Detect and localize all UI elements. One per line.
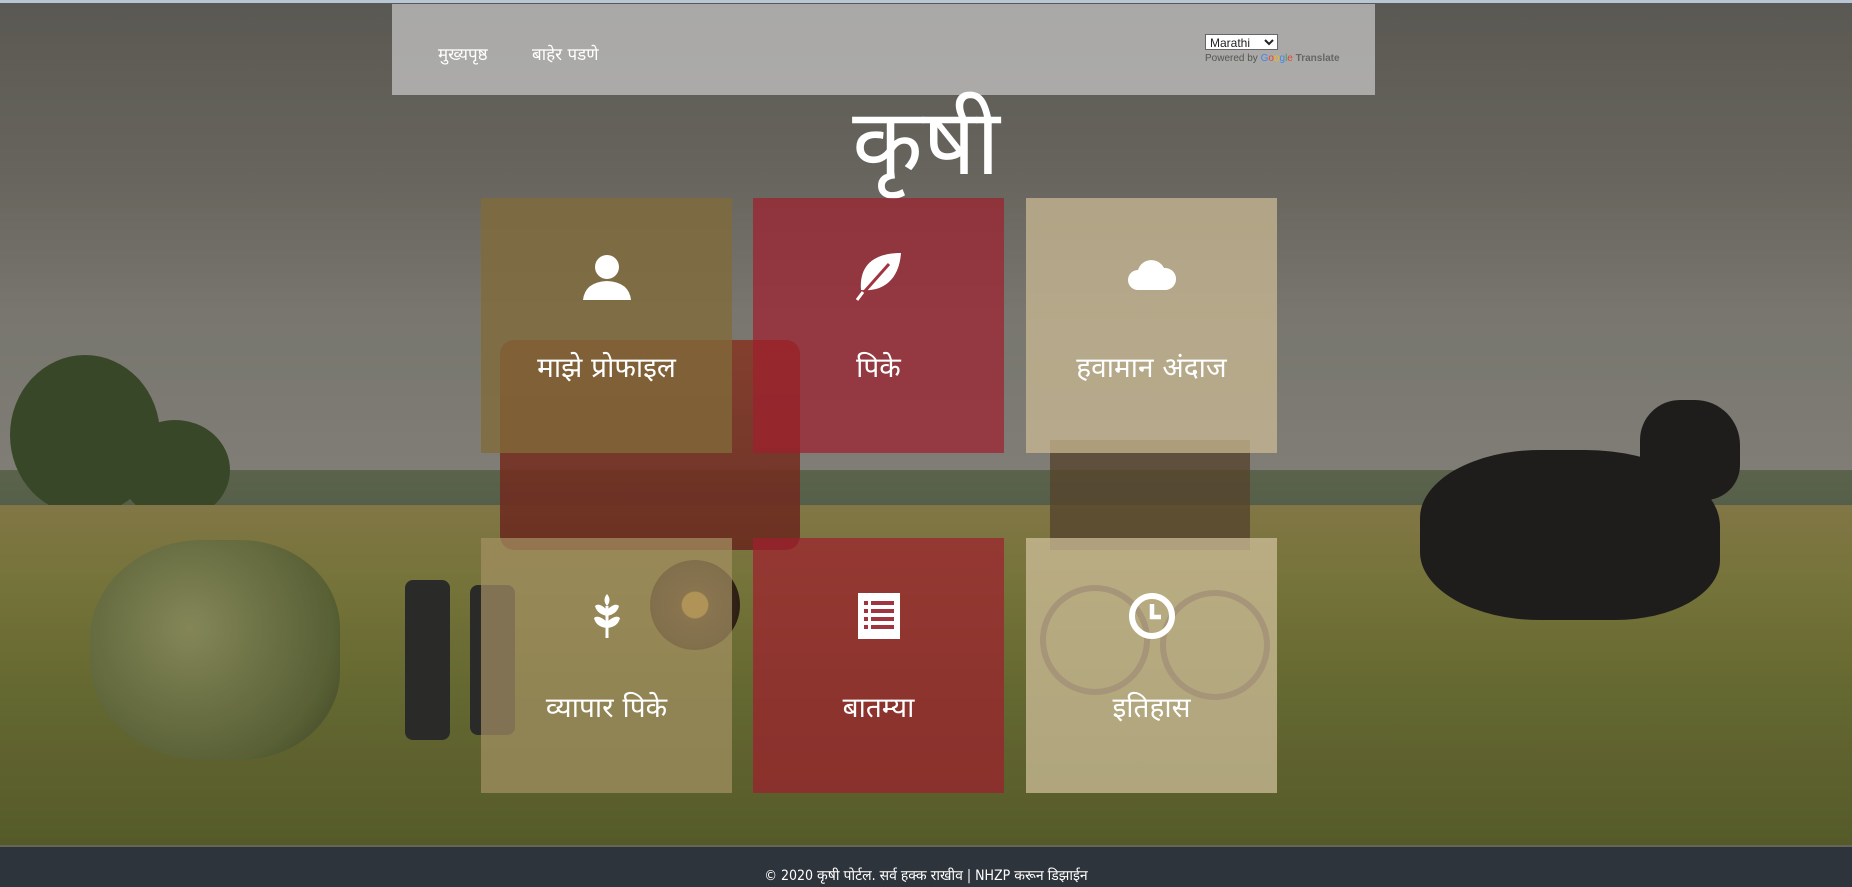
tile-news[interactable]: बातम्या bbox=[753, 538, 1004, 793]
news-list-icon bbox=[753, 590, 1004, 642]
window-top-border bbox=[0, 0, 1852, 3]
footer-copyright: © 2020 कृषी पोर्टल. सर्व हक्क राखीव | NH… bbox=[764, 868, 1088, 884]
cloud-icon bbox=[1026, 250, 1277, 302]
tile-crops[interactable]: पिके bbox=[753, 198, 1004, 453]
powered-by-text: Powered by bbox=[1205, 53, 1258, 64]
translate-link[interactable]: Translate bbox=[1296, 53, 1340, 64]
language-select[interactable]: Marathi bbox=[1205, 34, 1278, 50]
leaf-icon bbox=[753, 250, 1004, 302]
user-icon bbox=[481, 250, 732, 302]
clock-icon bbox=[1026, 590, 1277, 642]
tile-label: पिके bbox=[856, 351, 901, 384]
tile-history[interactable]: इतिहास bbox=[1026, 538, 1277, 793]
tile-label: हवामान अंदाज bbox=[1076, 351, 1227, 384]
tile-my-profile[interactable]: माझे प्रोफाइल bbox=[481, 198, 732, 453]
tile-label: इतिहास bbox=[1112, 691, 1191, 724]
footer: © 2020 कृषी पोर्टल. सर्व हक्क राखीव | NH… bbox=[0, 847, 1852, 887]
powered-by-google: Powered by Google Translate bbox=[1205, 53, 1340, 64]
tile-label: व्यापार पिके bbox=[545, 691, 668, 724]
tile-label: बातम्या bbox=[842, 691, 915, 724]
navbar: मुख्यपृष्ठ बाहेर पडणे Marathi Powered by… bbox=[392, 4, 1375, 95]
tile-trade-crops[interactable]: व्यापार पिके bbox=[481, 538, 732, 793]
page-title: कृषी bbox=[852, 89, 1000, 196]
tile-weather-forecast[interactable]: हवामान अंदाज bbox=[1026, 198, 1277, 453]
google-logo: Google bbox=[1260, 53, 1293, 64]
google-translate-widget: Marathi Powered by Google Translate bbox=[1205, 32, 1340, 64]
wheat-icon bbox=[481, 590, 732, 642]
nav-home-link[interactable]: मुख्यपृष्ठ bbox=[438, 42, 488, 65]
tile-label: माझे प्रोफाइल bbox=[537, 351, 676, 384]
nav-logout-link[interactable]: बाहेर पडणे bbox=[532, 42, 599, 65]
